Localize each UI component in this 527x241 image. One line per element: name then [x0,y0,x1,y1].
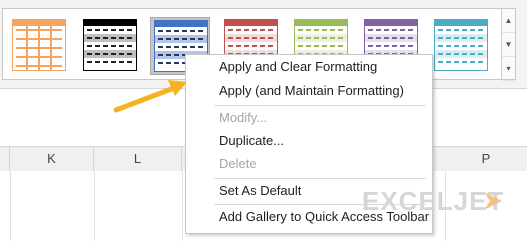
scroll-down-icon[interactable]: ▼ [502,33,515,57]
column-header-k[interactable]: K [10,147,94,171]
scroll-up-icon[interactable]: ▲ [502,9,515,33]
menu-separator [214,105,426,106]
column-header-partial[interactable] [0,147,10,171]
menu-delete: Delete [219,156,257,171]
gallery-more-icon[interactable]: ▾ [502,57,515,81]
annotation-arrow-icon [113,80,187,113]
table-style-teal[interactable] [431,17,491,75]
column-header-l[interactable]: L [94,147,182,171]
exceljet-logo-icon [484,192,502,210]
gallery-scroll-controls: ▲ ▼ ▾ [501,9,515,81]
column-header-p[interactable]: P [445,147,527,171]
menu-apply-and-maintain-formatting[interactable]: Apply (and Maintain Formatting) [186,80,432,102]
menu-duplicate[interactable]: Duplicate... [186,130,432,152]
menu-apply-and-clear-formatting[interactable]: Apply and Clear Formatting [186,56,432,78]
menu-modify: Modify... [219,110,268,125]
menu-separator [214,178,426,179]
table-style-orange[interactable] [9,17,69,75]
table-style-black[interactable] [80,17,140,75]
